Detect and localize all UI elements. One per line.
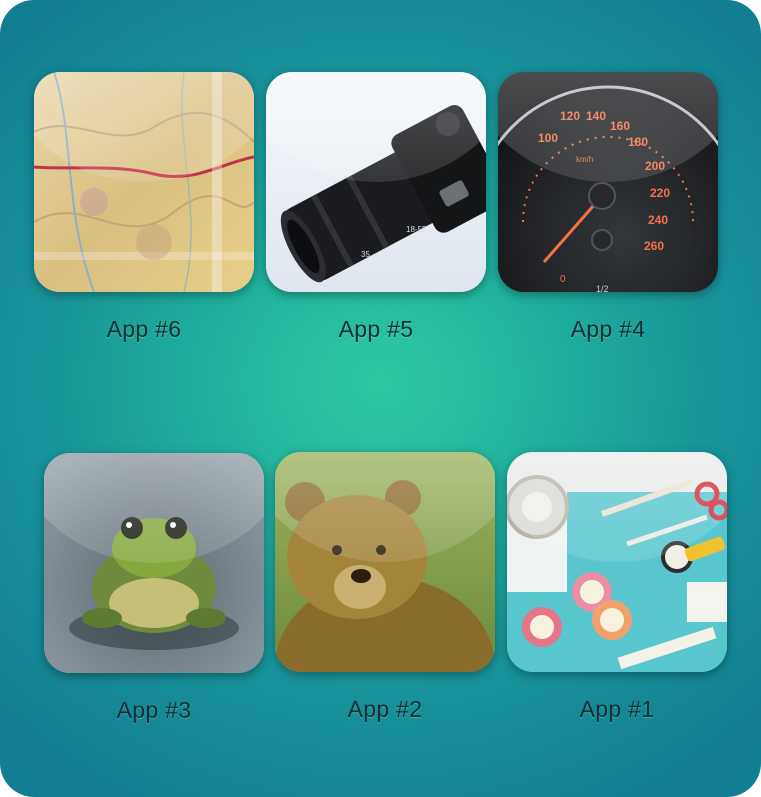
tick-label: 140 [586,109,606,123]
frog-icon[interactable] [44,453,264,673]
tick-label: 180 [628,135,648,149]
app-2[interactable]: App #2 [275,452,495,723]
tick-label: 0 [560,274,566,285]
app-label: App #4 [570,316,646,342]
app-grid-panel: App #6 35 18-55 App #5 100 120 140 160 1… [0,0,761,797]
tick-label: 120 [560,109,580,123]
app-label: App #5 [338,316,414,342]
tick-label: 100 [538,131,558,145]
app-3[interactable]: App #3 [44,453,264,724]
craft-tape-icon[interactable] [507,452,727,672]
unit-label: km/h [576,155,593,164]
app-4[interactable]: 100 120 140 160 180 200 220 240 260 km/h… [498,72,718,343]
app-label: App #3 [116,697,192,723]
tick-label: 260 [644,239,664,253]
tick-label: 160 [610,119,630,133]
speedometer-icon[interactable]: 100 120 140 160 180 200 220 240 260 km/h… [498,72,718,292]
bear-icon[interactable] [275,452,495,672]
app-1[interactable]: App #1 [507,452,727,723]
tick-label: 1/2 [596,284,609,292]
camera-icon[interactable]: 35 18-55 [266,72,486,292]
lens-mark-2: 18-55 [406,225,427,234]
map-icon[interactable] [34,72,254,292]
app-label: App #1 [579,696,655,722]
tick-label: 220 [650,186,670,200]
lens-mark-1: 35 [361,250,370,259]
app-6[interactable]: App #6 [34,72,254,343]
tick-label: 240 [648,213,668,227]
app-label: App #6 [106,316,182,342]
app-5[interactable]: 35 18-55 App #5 [266,72,486,343]
tick-label: 200 [645,159,665,173]
app-label: App #2 [347,696,423,722]
